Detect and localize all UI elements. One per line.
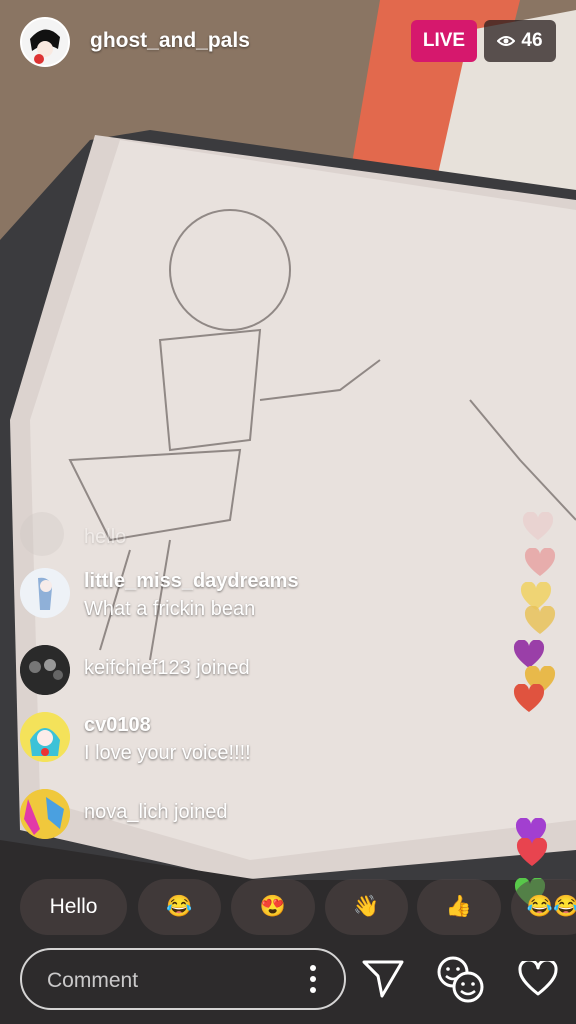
comment-placeholder: Comment [47,969,139,992]
quick-reaction-wave[interactable]: 👋 [325,879,408,935]
commenter-avatar[interactable] [20,568,70,618]
comment-item: hello [20,512,520,556]
comment-input[interactable]: Comment [20,948,346,1010]
send-icon[interactable] [362,960,404,998]
commenter-username[interactable]: cv0108 [84,714,151,737]
host-avatar[interactable] [20,17,70,67]
comment-text: hello [84,526,127,548]
question-faces-icon[interactable] [434,953,486,1005]
quick-reaction-heart-eyes[interactable]: 😍 [231,879,315,935]
join-text: nova_lich joined [84,801,228,823]
host-username[interactable]: ghost_and_pals [90,29,250,53]
quick-reaction-laughing[interactable]: 😂 [138,879,221,935]
quick-reaction-laughing-double[interactable]: 😂😂 [511,879,576,935]
joiner-avatar[interactable] [20,645,70,695]
comment-text: What a frickin bean [84,598,256,620]
commenter-avatar[interactable] [20,712,70,762]
more-options-icon[interactable] [310,964,316,994]
heart-icon [524,548,556,576]
quick-reaction-thumbs-up[interactable]: 👍 [417,879,501,935]
viewer-count: 46 [521,30,543,51]
viewer-count-badge[interactable]: 46 [484,20,556,62]
quick-reaction-hello[interactable]: Hello [20,879,127,935]
commenter-avatar [20,512,64,556]
commenter-username[interactable]: little_miss_daydreams [84,570,299,593]
join-text: keifchief123 joined [84,657,250,679]
quick-reactions-row: Hello 😂 😍 👋 👍 😂😂 [20,879,576,935]
heart-icon [516,838,548,866]
heart-icon [524,606,556,634]
join-item: nova_lich joined [20,789,520,839]
live-badge: LIVE [411,20,477,62]
heart-icon [522,512,554,540]
eye-icon [497,36,516,46]
heart-icon[interactable] [518,961,558,997]
heart-icon [513,684,545,712]
comment-item: little_miss_daydreams What a frickin bea… [20,568,520,628]
comment-item: cv0108 I love your voice!!!! [20,712,520,772]
join-item: keifchief123 joined [20,645,520,695]
live-header: ghost_and_pals LIVE 46 [0,0,576,84]
comment-text: I love your voice!!!! [84,742,251,764]
joiner-avatar[interactable] [20,789,70,839]
